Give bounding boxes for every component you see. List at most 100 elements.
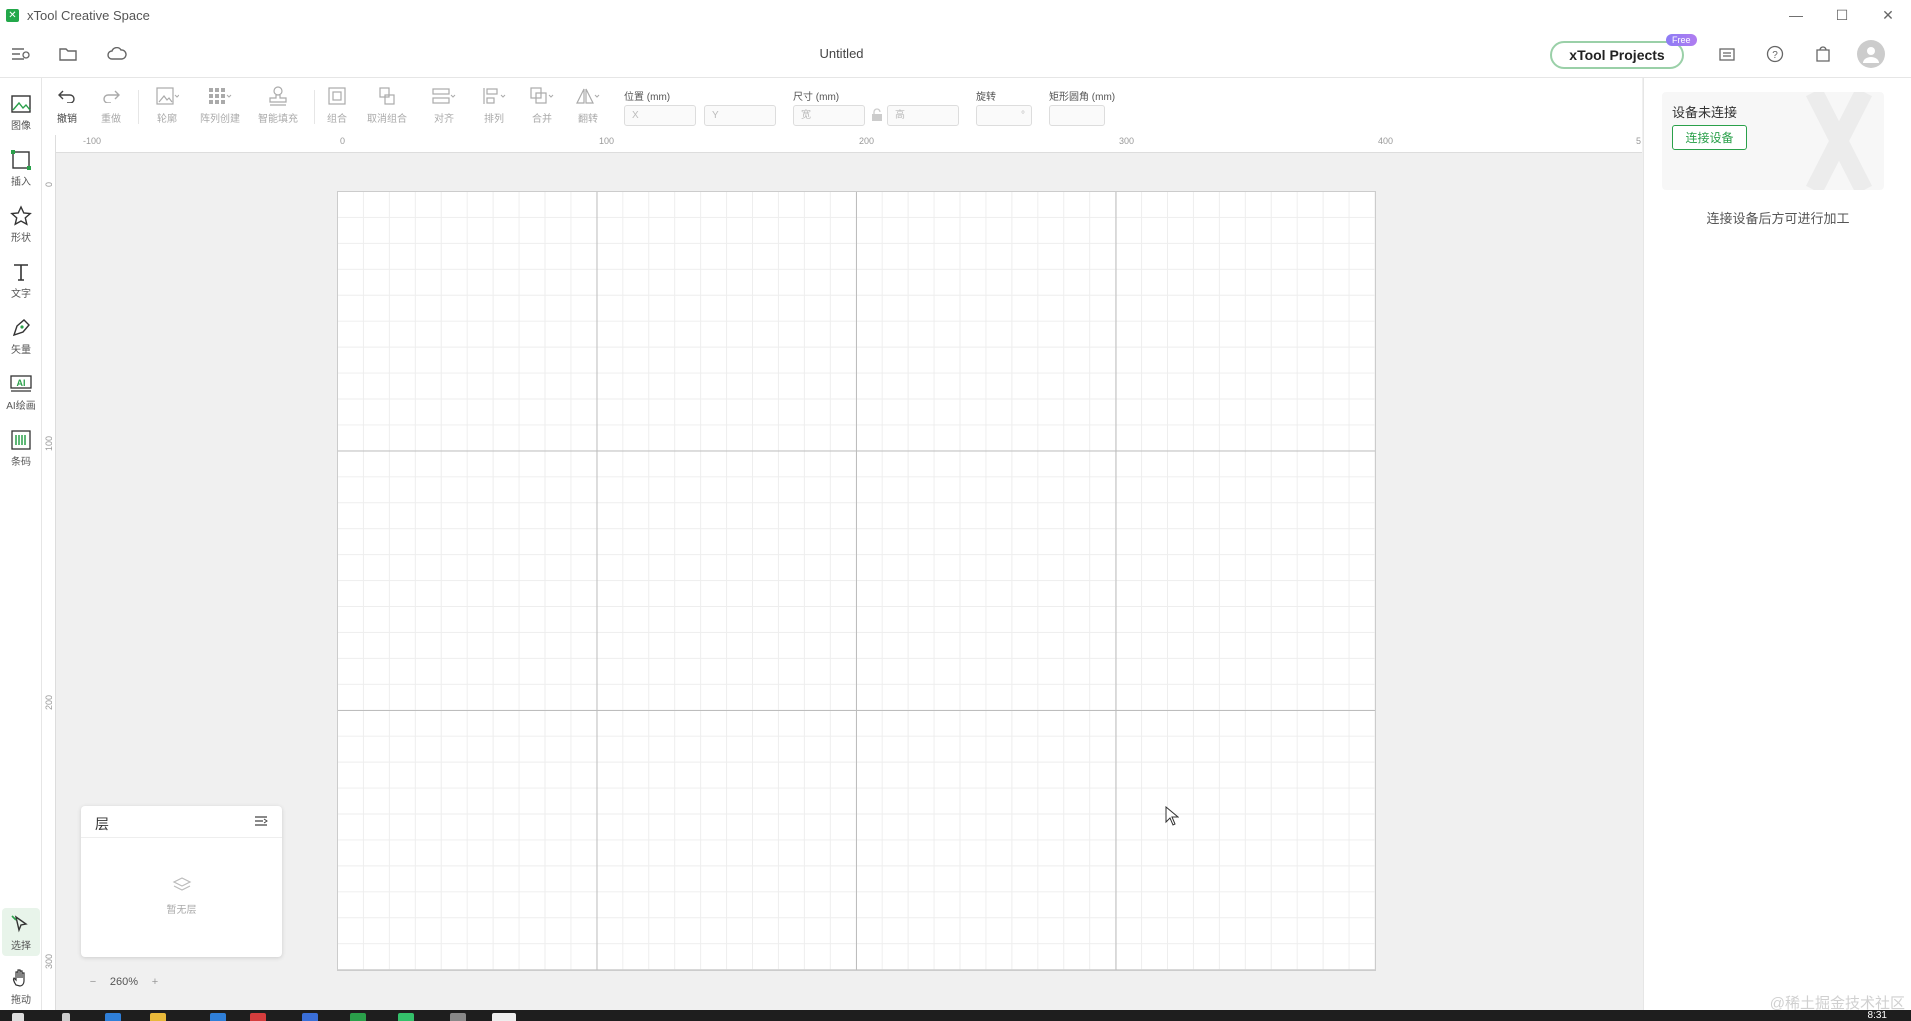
clock: 8:31: [1867, 1010, 1887, 1021]
undo-icon: [58, 84, 76, 108]
title-bar: ✕ xTool Creative Space — ☐ ✕: [0, 0, 1911, 30]
clipboard-icon[interactable]: [1715, 42, 1739, 66]
outline-button[interactable]: 轮廓: [147, 84, 187, 130]
separator: [138, 90, 139, 124]
app-red-icon[interactable]: [250, 1013, 266, 1021]
flip-button[interactable]: 翻转: [568, 84, 608, 130]
minimize-icon[interactable]: —: [1773, 0, 1819, 30]
avatar-icon[interactable]: [1857, 40, 1885, 68]
smart-fill-button[interactable]: 智能填充: [253, 84, 303, 130]
zoom-in-button[interactable]: +: [145, 976, 165, 988]
app-header: Untitled xTool Projects Free ?: [0, 30, 1911, 78]
lock-icon[interactable]: [871, 108, 883, 127]
group-button[interactable]: 组合: [322, 84, 352, 130]
combine-button[interactable]: 合并: [522, 84, 562, 130]
tool-select[interactable]: 选择: [2, 908, 40, 956]
tool-ai-drawing[interactable]: AI AI绘画: [2, 368, 40, 416]
outline-icon: [155, 84, 179, 108]
ruler-label: 5: [1636, 136, 1642, 146]
corner-radius-label: 矩形圆角 (mm): [1049, 92, 1116, 103]
tool-hand[interactable]: 拖动: [2, 962, 40, 1010]
tool-barcode[interactable]: 条码: [2, 424, 40, 472]
arrange-icon: [481, 84, 507, 108]
tool-label: 矢量: [11, 344, 31, 356]
align-button[interactable]: 对齐: [424, 84, 464, 130]
tool-label: 选择: [11, 940, 31, 952]
svg-text:AI: AI: [17, 378, 26, 388]
app-gray-icon[interactable]: [450, 1013, 466, 1021]
tool-label: 图像: [11, 120, 31, 132]
work-area-grid[interactable]: [337, 191, 1376, 971]
tool-vector[interactable]: 矢量: [2, 312, 40, 360]
align-icon: [431, 84, 457, 108]
search-icon[interactable]: [62, 1013, 70, 1021]
combine-icon: [529, 84, 555, 108]
tool-image[interactable]: 图像: [2, 88, 40, 136]
xtool-logo-icon: ✕: [6, 8, 19, 22]
ruler-label: 400: [1378, 136, 1394, 146]
ruler-label: 300: [1119, 136, 1135, 146]
zoom-out-button[interactable]: −: [83, 976, 103, 988]
y-input[interactable]: Y: [704, 105, 776, 126]
tool-label: 插入: [11, 176, 31, 188]
start-icon[interactable]: [12, 1013, 24, 1021]
tool-label: 条码: [11, 456, 31, 468]
close-icon[interactable]: ✕: [1865, 0, 1911, 30]
corner-radius-input[interactable]: [1049, 105, 1105, 126]
xtool-taskbar-icon[interactable]: [492, 1013, 516, 1021]
layers-header: 层: [81, 806, 282, 838]
layers-title: 层: [95, 816, 109, 832]
stamp-icon: [267, 84, 289, 108]
width-input[interactable]: 宽: [793, 105, 865, 126]
shape-icon: [10, 204, 32, 227]
shop-bag-icon[interactable]: [1811, 42, 1835, 66]
tool-label: 文字: [11, 288, 31, 300]
select-icon: [10, 913, 32, 935]
tool-insert[interactable]: 插入: [2, 144, 40, 192]
height-input[interactable]: 高: [887, 105, 959, 126]
maximize-icon[interactable]: ☐: [1819, 0, 1865, 30]
xtool-projects-button[interactable]: xTool Projects: [1550, 41, 1684, 69]
connect-device-button[interactable]: 连接设备: [1672, 125, 1747, 150]
left-toolbar: 图像 插入 形状 文字 矢量 AI AI绘画 条码 选择 拖动: [0, 78, 42, 1010]
size-label: 尺寸 (mm): [793, 92, 840, 103]
zoom-value: 260%: [109, 976, 139, 988]
edge-icon[interactable]: [210, 1013, 226, 1021]
text-icon: [10, 261, 32, 283]
redo-button[interactable]: 重做: [96, 84, 126, 130]
rotate-input[interactable]: °: [976, 105, 1032, 126]
app-green-icon[interactable]: [350, 1013, 366, 1021]
ungroup-icon: [377, 84, 397, 108]
free-badge: Free: [1666, 34, 1697, 46]
undo-button[interactable]: 撤销: [52, 84, 82, 130]
app-blue-icon[interactable]: [302, 1013, 318, 1021]
tool-shape[interactable]: 形状: [2, 200, 40, 248]
array-button[interactable]: 阵列创建: [195, 84, 245, 130]
x-input[interactable]: X: [624, 105, 696, 126]
wechat-icon[interactable]: [398, 1013, 414, 1021]
layers-empty-state: 暂无层: [81, 876, 282, 916]
flip-icon: [575, 84, 601, 108]
window-controls: — ☐ ✕: [1773, 0, 1911, 30]
group-icon: [327, 84, 347, 108]
ruler-vertical: 0 100 200 300: [42, 135, 56, 1010]
tool-label: AI绘画: [6, 400, 36, 412]
device-status: 设备未连接: [1672, 105, 1738, 120]
device-panel: 设备未连接 连接设备 连接设备后方可进行加工: [1643, 78, 1911, 1010]
arrange-button[interactable]: 排列: [474, 84, 514, 130]
tool-text[interactable]: 文字: [2, 256, 40, 304]
device-hint: 连接设备后方可进行加工: [1706, 211, 1850, 226]
document-title: Untitled: [819, 46, 864, 61]
help-icon[interactable]: ?: [1763, 42, 1787, 66]
layers-panel: 层 暂无层: [81, 806, 282, 957]
ruler-label: 300: [44, 953, 54, 969]
browser-icon[interactable]: [105, 1013, 121, 1021]
ruler-label: 100: [44, 435, 54, 451]
rotate-label: 旋转: [976, 92, 996, 103]
layers-menu-icon[interactable]: [254, 814, 268, 832]
ungroup-button[interactable]: 取消组合: [362, 84, 412, 130]
hand-icon: [10, 967, 32, 989]
barcode-icon: [10, 429, 32, 451]
separator: [314, 90, 315, 124]
folder-app-icon[interactable]: [150, 1013, 166, 1021]
